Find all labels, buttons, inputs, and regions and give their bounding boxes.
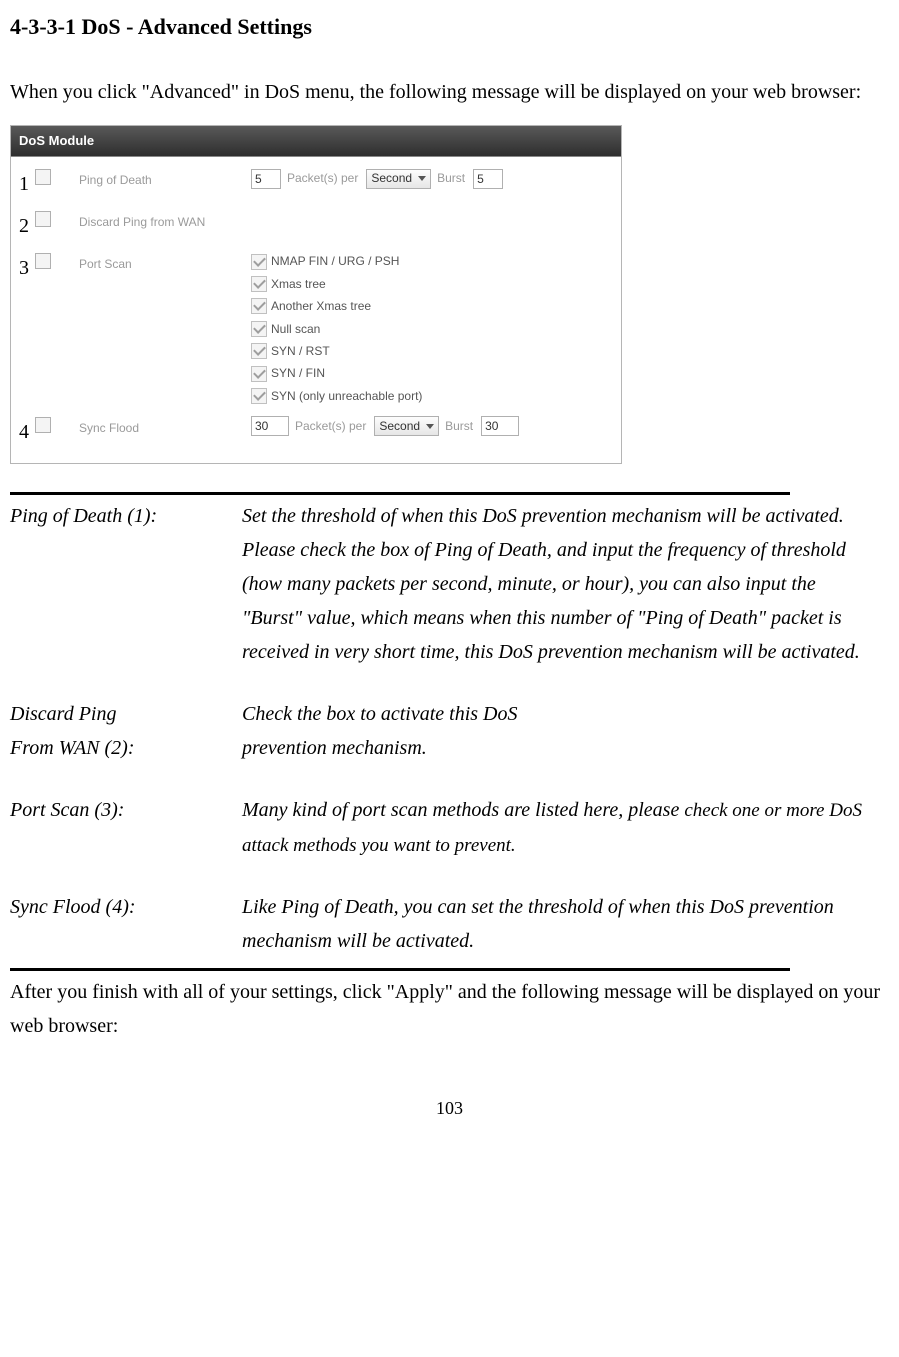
portscan-option: Another Xmas tree xyxy=(251,295,371,317)
ping-of-death-label: Ping of Death xyxy=(51,167,251,190)
screenshot-title: DoS Module xyxy=(11,126,621,157)
portscan-opt-checkbox[interactable] xyxy=(251,276,267,292)
def-sync-flood: Sync Flood (4): Like Ping of Death, you … xyxy=(10,890,880,958)
port-scan-checkbox[interactable] xyxy=(35,253,51,269)
ping-unit-value: Second xyxy=(371,168,412,188)
def-desc: Like Ping of Death, you can set the thre… xyxy=(242,890,880,958)
sync-packets-per-label: Packet(s) per xyxy=(295,416,366,436)
sync-flood-checkbox[interactable] xyxy=(35,417,51,433)
def-desc-part: Many kind of port scan methods are liste… xyxy=(242,799,684,821)
definitions-block: Ping of Death (1): Set the threshold of … xyxy=(10,499,880,958)
portscan-opt-label: Xmas tree xyxy=(271,274,326,294)
def-desc: prevention mechanism. xyxy=(242,731,880,765)
portscan-opt-checkbox[interactable] xyxy=(251,254,267,270)
portscan-opt-checkbox[interactable] xyxy=(251,366,267,382)
def-term: Port Scan (3): xyxy=(10,793,242,827)
sync-flood-label: Sync Flood xyxy=(51,415,251,438)
def-desc: Set the threshold of when this DoS preve… xyxy=(242,499,880,669)
ping-unit-select[interactable]: Second xyxy=(366,169,431,189)
def-term: Ping of Death (1): xyxy=(10,499,242,533)
discard-ping-label: Discard Ping from WAN xyxy=(51,209,251,232)
def-port-scan: Port Scan (3): Many kind of port scan me… xyxy=(10,793,880,862)
portscan-opt-checkbox[interactable] xyxy=(251,298,267,314)
sync-burst-label: Burst xyxy=(445,416,473,436)
portscan-opt-checkbox[interactable] xyxy=(251,388,267,404)
row-port-scan: 3 Port Scan NMAP FIN / URG / PSH Xmas tr… xyxy=(19,247,613,411)
def-ping-of-death: Ping of Death (1): Set the threshold of … xyxy=(10,499,880,669)
portscan-opt-label: Null scan xyxy=(271,319,320,339)
page-number: 103 xyxy=(10,1093,889,1124)
marker-1: 1 xyxy=(19,167,33,201)
def-desc: Check the box to activate this DoS xyxy=(242,697,880,731)
marker-4: 4 xyxy=(19,415,33,449)
portscan-opt-label: SYN (only unreachable port) xyxy=(271,386,422,406)
portscan-opt-checkbox[interactable] xyxy=(251,321,267,337)
ping-burst-input[interactable] xyxy=(473,169,503,189)
def-term: From WAN (2): xyxy=(10,731,242,765)
portscan-opt-label: Another Xmas tree xyxy=(271,296,371,316)
sync-unit-select[interactable]: Second xyxy=(374,416,439,436)
sync-burst-input[interactable] xyxy=(481,416,519,436)
dos-module-screenshot: DoS Module 1 Ping of Death Packet(s) per… xyxy=(10,125,622,464)
def-discard-ping: Discard Ping Check the box to activate t… xyxy=(10,697,880,731)
outro-paragraph: After you finish with all of your settin… xyxy=(10,975,889,1043)
divider-top xyxy=(10,492,790,495)
def-term: Sync Flood (4): xyxy=(10,890,242,924)
def-discard-ping-line2: From WAN (2): prevention mechanism. xyxy=(10,731,880,765)
portscan-opt-label: SYN / FIN xyxy=(271,363,325,383)
def-desc: Many kind of port scan methods are liste… xyxy=(242,793,880,862)
portscan-opt-checkbox[interactable] xyxy=(251,343,267,359)
portscan-option: Xmas tree xyxy=(251,273,326,295)
divider-bottom xyxy=(10,968,790,971)
portscan-option: NMAP FIN / URG / PSH xyxy=(251,250,399,272)
def-term: Discard Ping xyxy=(10,697,242,731)
portscan-option: Null scan xyxy=(251,318,320,340)
ping-of-death-checkbox[interactable] xyxy=(35,169,51,185)
sync-packets-input[interactable] xyxy=(251,416,289,436)
ping-burst-label: Burst xyxy=(437,168,465,188)
portscan-option: SYN (only unreachable port) xyxy=(251,385,422,407)
page-heading: 4-3-3-1 DoS - Advanced Settings xyxy=(10,8,889,45)
row-sync-flood: 4 Sync Flood Packet(s) per Second Burst xyxy=(19,411,613,453)
marker-3: 3 xyxy=(19,251,33,285)
portscan-opt-label: NMAP FIN / URG / PSH xyxy=(271,251,399,271)
marker-2: 2 xyxy=(19,209,33,243)
sync-unit-value: Second xyxy=(379,416,420,436)
row-discard-ping: 2 Discard Ping from WAN xyxy=(19,205,613,247)
ping-packets-input[interactable] xyxy=(251,169,281,189)
portscan-option: SYN / RST xyxy=(251,340,330,362)
portscan-option: SYN / FIN xyxy=(251,362,325,384)
intro-paragraph: When you click "Advanced" in DoS menu, t… xyxy=(10,75,889,109)
ping-packets-per-label: Packet(s) per xyxy=(287,168,358,188)
port-scan-label: Port Scan xyxy=(51,251,251,274)
portscan-opt-label: SYN / RST xyxy=(271,341,330,361)
discard-ping-checkbox[interactable] xyxy=(35,211,51,227)
chevron-down-icon xyxy=(418,176,426,181)
chevron-down-icon xyxy=(426,424,434,429)
row-ping-of-death: 1 Ping of Death Packet(s) per Second Bur… xyxy=(19,163,613,205)
